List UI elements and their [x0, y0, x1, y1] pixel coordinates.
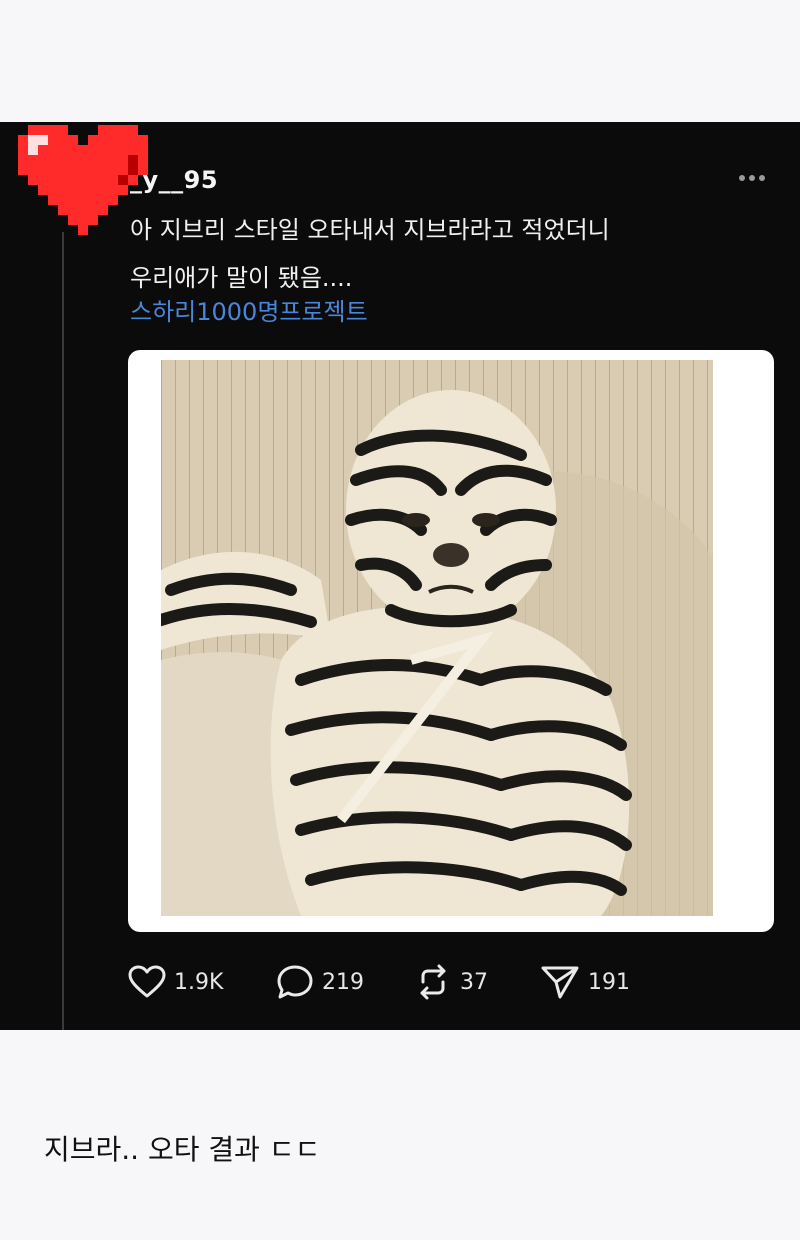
reply-count: 219 — [322, 969, 364, 995]
caption-text: 지브라.. 오타 결과 ㄷㄷ — [44, 1133, 321, 1166]
repost-count: 37 — [460, 969, 488, 995]
post-text: 아 지브리 스타일 오타내서 지브라라고 적었더니 우리애가 말이 됐음.... — [130, 206, 750, 302]
reply-button[interactable]: 219 — [276, 960, 364, 1004]
more-horizontal-icon — [739, 175, 765, 181]
share-count: 191 — [588, 969, 630, 995]
username[interactable]: _y__95 — [130, 166, 218, 194]
hashtag-link[interactable]: 스하리1000명프로젝트 — [130, 292, 368, 327]
zebra-baby-illustration — [161, 360, 713, 916]
top-background — [0, 0, 800, 122]
post-text-line-1: 아 지브리 스타일 오타내서 지브라라고 적었더니 — [130, 216, 610, 244]
post-image[interactable] — [161, 360, 713, 916]
thread-line — [62, 232, 64, 1030]
heart-icon — [128, 965, 166, 998]
comment-icon — [277, 965, 313, 999]
threads-post: _y__95 아 지브리 스타일 오타내서 지브라라고 적었더니 우리애가 말이… — [0, 122, 800, 1030]
like-button[interactable]: 1.9K — [128, 960, 223, 1004]
repost-icon — [420, 964, 446, 1000]
post-image-card[interactable] — [128, 350, 774, 932]
more-options-button[interactable] — [728, 170, 776, 198]
like-count: 1.9K — [174, 969, 224, 995]
post-actions: 1.9K 219 37 191 — [128, 960, 768, 1004]
send-icon — [541, 966, 579, 999]
repost-button[interactable]: 37 — [414, 960, 488, 1004]
share-button[interactable]: 191 — [540, 960, 630, 1004]
